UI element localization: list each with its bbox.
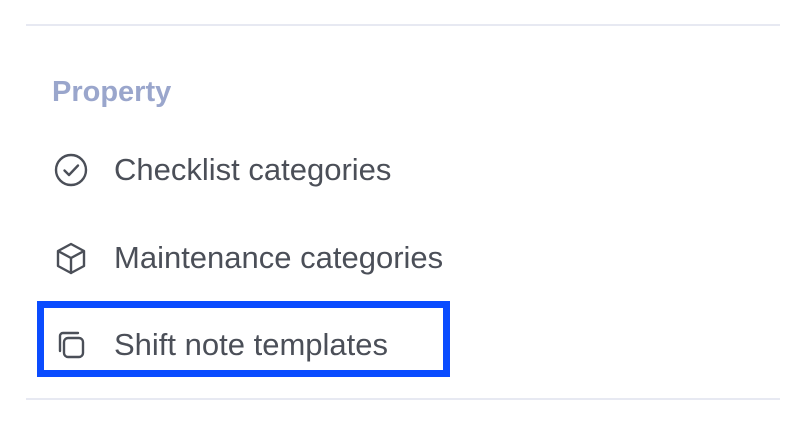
menu-item-checklist-categories[interactable]: Checklist categories: [50, 145, 391, 195]
cube-icon: [50, 237, 92, 279]
menu-item-shift-note-templates[interactable]: Shift note templates: [50, 320, 388, 370]
top-divider: [26, 24, 780, 26]
menu-item-maintenance-categories[interactable]: Maintenance categories: [50, 233, 443, 283]
menu-item-label: Checklist categories: [114, 152, 392, 187]
check-circle-icon: [50, 149, 92, 191]
menu-item-label: Shift note templates: [114, 327, 388, 362]
menu-item-label: Maintenance categories: [114, 240, 444, 275]
copy-icon: [50, 324, 92, 366]
section-title: Property: [52, 76, 172, 108]
bottom-divider: [26, 398, 780, 400]
